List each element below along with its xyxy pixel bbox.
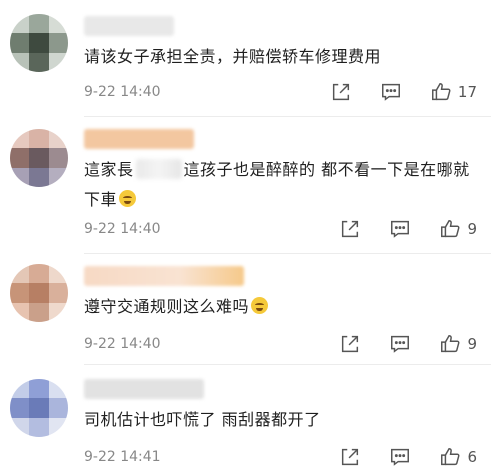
comment-item: 這家長 這孩子也是醉醉的 都不看一下是在哪就下車 9-22 14:40 9 xyxy=(0,117,491,253)
reply-button[interactable] xyxy=(380,81,402,103)
comment-time: 9-22 14:41 xyxy=(84,449,161,465)
comment-item: 司机估计也吓慌了 雨刮器都开了 9-22 14:41 6 xyxy=(0,365,491,473)
avatar-pixel xyxy=(48,129,68,149)
redacted-text xyxy=(135,159,182,179)
avatar-pixel xyxy=(10,52,30,72)
reply-button[interactable] xyxy=(389,333,411,355)
comment-meta: 9-22 14:40 17 xyxy=(84,80,477,104)
avatar-pixel xyxy=(48,33,68,53)
comment-meta: 9-22 14:41 6 xyxy=(84,445,477,469)
comment-meta: 9-22 14:40 9 xyxy=(84,332,477,356)
avatar-pixel xyxy=(29,417,49,437)
avatar-pixel xyxy=(29,167,49,187)
comment-time: 9-22 14:40 xyxy=(84,336,161,352)
avatar-pixel xyxy=(10,283,30,303)
thumbs-up-icon xyxy=(441,335,460,353)
comment-text: 司机估计也吓慌了 雨刮器都开了 xyxy=(84,410,321,429)
share-button[interactable] xyxy=(339,218,361,240)
avatar-pixel xyxy=(48,398,68,418)
comment-time: 9-22 14:40 xyxy=(84,221,161,237)
avatar-pixel xyxy=(29,283,49,303)
avatar-pixel xyxy=(48,264,68,284)
share-icon xyxy=(342,335,359,353)
avatar-pixel xyxy=(29,264,49,284)
comment-actions: 9 xyxy=(311,217,477,241)
avatar[interactable] xyxy=(10,129,68,187)
comment-actions: 17 xyxy=(302,80,477,104)
comment-icon xyxy=(381,83,400,101)
username-redacted[interactable] xyxy=(84,16,174,36)
avatar-pixel xyxy=(48,167,68,187)
comment-item: 遵守交通规则这么难吗 9-22 14:40 9 xyxy=(0,254,491,364)
avatar-pixel xyxy=(48,379,68,399)
avatar-pixel xyxy=(48,302,68,322)
avatar-pixel xyxy=(29,14,49,34)
like-button[interactable]: 17 xyxy=(430,81,477,103)
comment-icon xyxy=(391,448,410,466)
avatar-pixel xyxy=(29,379,49,399)
like-count: 6 xyxy=(467,448,477,466)
comment-actions: 9 xyxy=(311,332,477,356)
comment-text: 這家長 這孩子也是醉醉的 都不看一下是在哪就下車 xyxy=(84,159,470,209)
emoji-icon xyxy=(119,190,137,207)
avatar-pixel xyxy=(10,264,30,284)
avatar-pixel xyxy=(29,129,49,149)
like-button[interactable]: 6 xyxy=(439,446,477,468)
avatar-pixel xyxy=(48,417,68,437)
avatar[interactable] xyxy=(10,264,68,322)
avatar-pixel xyxy=(48,148,68,168)
share-icon xyxy=(342,448,359,466)
comment-icon xyxy=(391,335,410,353)
avatar-pixel xyxy=(29,33,49,53)
username-redacted[interactable] xyxy=(84,266,244,286)
reply-button[interactable] xyxy=(389,218,411,240)
comment-time: 9-22 14:40 xyxy=(84,84,161,100)
avatar-pixel xyxy=(10,379,30,399)
avatar-pixel xyxy=(10,148,30,168)
like-count: 9 xyxy=(467,220,477,238)
emoji-icon xyxy=(251,297,269,314)
avatar-pixel xyxy=(29,398,49,418)
avatar-pixel xyxy=(10,302,30,322)
share-icon xyxy=(342,220,359,238)
avatar-pixel xyxy=(10,14,30,34)
avatar[interactable] xyxy=(10,379,68,437)
comment-text: 遵守交通规则这么难吗 xyxy=(84,292,477,322)
like-button[interactable]: 9 xyxy=(439,218,477,240)
like-count: 9 xyxy=(467,335,477,353)
share-icon xyxy=(332,83,349,101)
share-button[interactable] xyxy=(339,333,361,355)
comment-meta: 9-22 14:40 9 xyxy=(84,217,477,241)
avatar-pixel xyxy=(10,167,30,187)
avatar-pixel xyxy=(48,283,68,303)
avatar-pixel xyxy=(10,417,30,437)
avatar[interactable] xyxy=(10,14,68,72)
like-button[interactable]: 9 xyxy=(439,333,477,355)
username-redacted[interactable] xyxy=(84,129,194,149)
avatar-pixel xyxy=(10,398,30,418)
share-button[interactable] xyxy=(330,81,352,103)
comment-icon xyxy=(391,220,410,238)
thumbs-up-icon xyxy=(441,448,460,466)
like-count: 17 xyxy=(457,83,477,101)
avatar-pixel xyxy=(48,52,68,72)
reply-button[interactable] xyxy=(389,446,411,468)
avatar-pixel xyxy=(10,33,30,53)
comment-actions: 6 xyxy=(311,445,477,469)
avatar-pixel xyxy=(29,52,49,72)
thumbs-up-icon xyxy=(441,220,460,238)
avatar-pixel xyxy=(29,302,49,322)
thumbs-up-icon xyxy=(431,83,451,101)
avatar-pixel xyxy=(48,14,68,34)
username-redacted[interactable] xyxy=(84,379,204,399)
avatar-pixel xyxy=(29,148,49,168)
comment-text: 请该女子承担全责，并赔偿轿车修理费用 xyxy=(84,47,382,66)
comment-item: 请该女子承担全责，并赔偿轿车修理费用 9-22 14:40 17 xyxy=(0,0,491,116)
share-button[interactable] xyxy=(339,446,361,468)
avatar-pixel xyxy=(10,129,30,149)
